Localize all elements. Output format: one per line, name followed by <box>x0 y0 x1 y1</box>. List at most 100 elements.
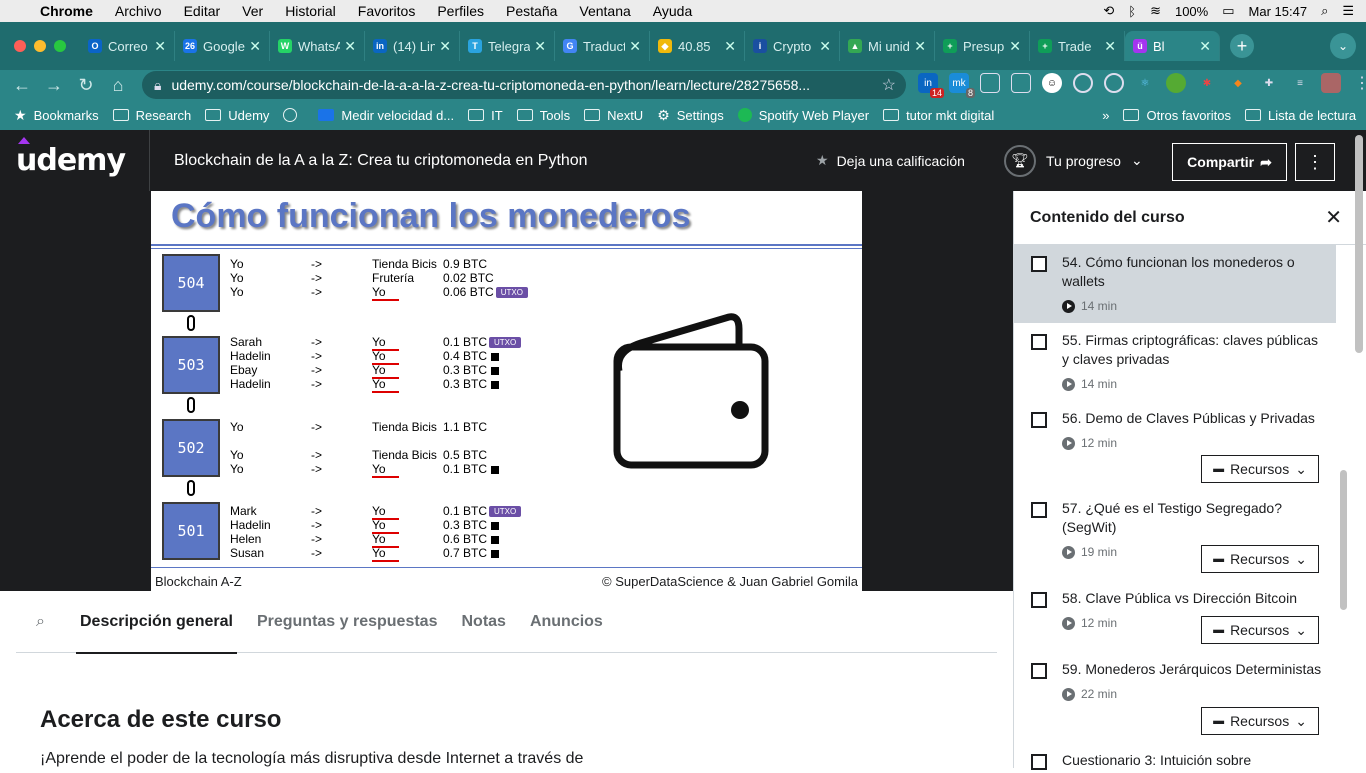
bookmark-research[interactable]: Research <box>112 108 191 123</box>
browser-tab[interactable]: T Telegram✕ <box>460 31 555 61</box>
close-tab-icon[interactable]: ✕ <box>154 38 166 55</box>
udemy-logo[interactable]: udemy <box>16 137 126 178</box>
close-tab-icon[interactable]: ✕ <box>249 38 261 55</box>
face-extension-icon[interactable]: ☺ <box>1042 73 1062 93</box>
history-icon[interactable]: ⟲ <box>1103 3 1114 19</box>
close-tab-icon[interactable]: ✕ <box>344 38 356 55</box>
menu-ventana[interactable]: Ventana <box>579 3 630 19</box>
wifi-icon[interactable]: ≋ <box>1150 3 1161 19</box>
bookmark-speedtest[interactable]: Medir velocidad d... <box>318 108 454 123</box>
bookmark-spotify[interactable]: Spotify Web Player <box>737 108 869 123</box>
search-icon[interactable]: ⌕ <box>36 613 64 631</box>
menu-favoritos[interactable]: Favoritos <box>358 3 416 19</box>
linkedin-extension-icon[interactable]: in 14 <box>918 73 944 98</box>
video-player[interactable]: Cómo funcionan los monederos 504 Yo -> Tien… <box>0 191 1013 591</box>
browser-tab[interactable]: ü Bl ✕ <box>1125 31 1220 61</box>
bookmark-bookmarks[interactable]: ★ Bookmarks <box>14 107 99 124</box>
bookmark-globe[interactable] <box>283 108 304 122</box>
battery-percent[interactable]: 100% <box>1175 4 1208 19</box>
menu-ayuda[interactable]: Ayuda <box>653 3 692 19</box>
menu-pestana[interactable]: Pestaña <box>506 3 557 19</box>
close-tab-icon[interactable]: ✕ <box>724 38 736 55</box>
close-tab-icon[interactable]: ✕ <box>1009 38 1021 55</box>
menu-historial[interactable]: Historial <box>285 3 336 19</box>
browser-tab[interactable]: G Traductor✕ <box>555 31 650 61</box>
sidebar-scrollbar[interactable] <box>1340 470 1347 610</box>
tab-descripcion[interactable]: Descripción general <box>76 591 237 654</box>
close-icon[interactable]: ✕ <box>1325 205 1342 230</box>
menu-editar[interactable]: Editar <box>184 3 221 19</box>
new-tab-button[interactable]: + <box>1230 34 1254 58</box>
chrome-menu-icon[interactable]: ⋮ <box>1352 73 1366 93</box>
window-extension-icon[interactable] <box>1011 73 1031 93</box>
react-extension-icon[interactable]: ⚛ <box>1135 73 1155 93</box>
lecture-checkbox[interactable] <box>1031 663 1047 679</box>
resources-dropdown[interactable]: ▬ Recursos ⌄ <box>1201 545 1319 573</box>
bookmarks-overflow-icon[interactable]: » <box>1102 108 1109 123</box>
bug-extension-icon[interactable]: ✱ <box>1197 73 1217 93</box>
bookmark-tutor[interactable]: tutor mkt digital <box>883 108 994 123</box>
lecture-item[interactable]: 59. Monederos Jerárquicos Deterministas 2… <box>1014 652 1336 743</box>
page-scrollbar[interactable] <box>1355 135 1363 353</box>
bookmark-settings[interactable]: ⚙ Settings <box>657 107 724 124</box>
circle-extension-icon[interactable] <box>1073 73 1093 93</box>
clock[interactable]: Mar 15:47 <box>1249 4 1308 19</box>
spotlight-icon[interactable]: ⌕ <box>1321 3 1328 19</box>
browser-tab[interactable]: O Correo ✕ <box>80 31 175 61</box>
browser-tab[interactable]: i Crypto ✕ <box>745 31 840 61</box>
rate-button[interactable]: ★ Deja una calificación <box>816 152 965 169</box>
more-options-button[interactable]: ⋮ <box>1295 143 1335 181</box>
lock-icon[interactable]: 🔒︎ <box>154 77 161 94</box>
puzzle-extension-icon[interactable]: ✚ <box>1259 73 1279 93</box>
lecture-item[interactable]: 56. Demo de Claves Públicas y Privadas 12… <box>1014 401 1336 491</box>
control-center-icon[interactable]: ☰ <box>1342 3 1354 19</box>
browser-tab[interactable]: + Trade ✕ <box>1030 31 1125 61</box>
bookmark-it[interactable]: IT <box>468 108 503 123</box>
lecture-checkbox[interactable] <box>1031 412 1047 428</box>
resources-dropdown[interactable]: ▬ Recursos ⌄ <box>1201 616 1319 644</box>
lecture-checkbox[interactable] <box>1031 502 1047 518</box>
bookmark-lectura[interactable]: Lista de lectura <box>1244 108 1356 123</box>
lecture-item[interactable]: 54. Cómo funcionan los monederos o walle… <box>1014 245 1336 323</box>
bookmark-star-icon[interactable]: ☆ <box>882 75 896 95</box>
bookmark-tools[interactable]: Tools <box>516 108 570 123</box>
progress-button[interactable]: 🏆︎ Tu progreso ⌄ <box>1004 144 1143 177</box>
browser-tab[interactable]: ◆ 40.85 ✕ <box>650 31 745 61</box>
bookmark-otros[interactable]: Otros favoritos <box>1123 108 1231 123</box>
close-tab-icon[interactable]: ✕ <box>1199 38 1211 55</box>
forward-button[interactable]: → <box>38 75 70 96</box>
minimize-window-button[interactable] <box>34 40 46 52</box>
omnibox[interactable]: 🔒︎ udemy.com/course/blockchain-de-la-a-a… <box>142 71 906 99</box>
resources-dropdown[interactable]: ▬ Recursos ⌄ <box>1201 455 1319 483</box>
browser-tab[interactable]: + Presupuesto✕ <box>935 31 1030 61</box>
url-text[interactable]: udemy.com/course/blockchain-de-la-a-a-la… <box>171 77 810 93</box>
lecture-checkbox[interactable] <box>1031 334 1047 350</box>
lecture-checkbox[interactable] <box>1031 592 1047 608</box>
metamask-extension-icon[interactable]: ◆ <box>1228 73 1248 93</box>
grid-extension-icon[interactable] <box>980 73 1000 93</box>
share-button[interactable]: Compartir ➦ <box>1172 143 1287 181</box>
lecture-item[interactable]: Cuestionario 3: Intuición sobre <box>1014 743 1336 773</box>
close-tab-icon[interactable]: ✕ <box>439 38 451 55</box>
close-window-button[interactable] <box>14 40 26 52</box>
menu-archivo[interactable]: Archivo <box>115 3 162 19</box>
menu-perfiles[interactable]: Perfiles <box>437 3 484 19</box>
close-tab-icon[interactable]: ✕ <box>629 38 641 55</box>
tab-search-icon[interactable]: ⌄ <box>1330 33 1356 59</box>
close-tab-icon[interactable]: ✕ <box>819 38 831 55</box>
ring-extension-icon[interactable] <box>1104 73 1124 93</box>
browser-tab[interactable]: ▲ Mi unidad✕ <box>840 31 935 61</box>
lecture-item[interactable]: 58. Clave Pública vs Dirección Bitcoin 12… <box>1014 581 1336 652</box>
reload-button[interactable]: ↻ <box>70 75 102 96</box>
back-button[interactable]: ← <box>6 75 38 96</box>
profile-avatar[interactable] <box>1321 73 1341 93</box>
close-tab-icon[interactable]: ✕ <box>1104 38 1116 55</box>
tab-preguntas[interactable]: Preguntas y respuestas <box>257 591 438 653</box>
lecture-item[interactable]: 55. Firmas criptográficas: claves públic… <box>1014 323 1336 401</box>
browser-tab[interactable]: 26 Google Calendar✕ <box>175 31 270 61</box>
frog-extension-icon[interactable] <box>1166 73 1186 93</box>
browser-tab[interactable]: W WhatsApp✕ <box>270 31 365 61</box>
bookmark-udemy[interactable]: Udemy <box>205 108 269 123</box>
zoom-window-button[interactable] <box>54 40 66 52</box>
close-tab-icon[interactable]: ✕ <box>534 38 546 55</box>
